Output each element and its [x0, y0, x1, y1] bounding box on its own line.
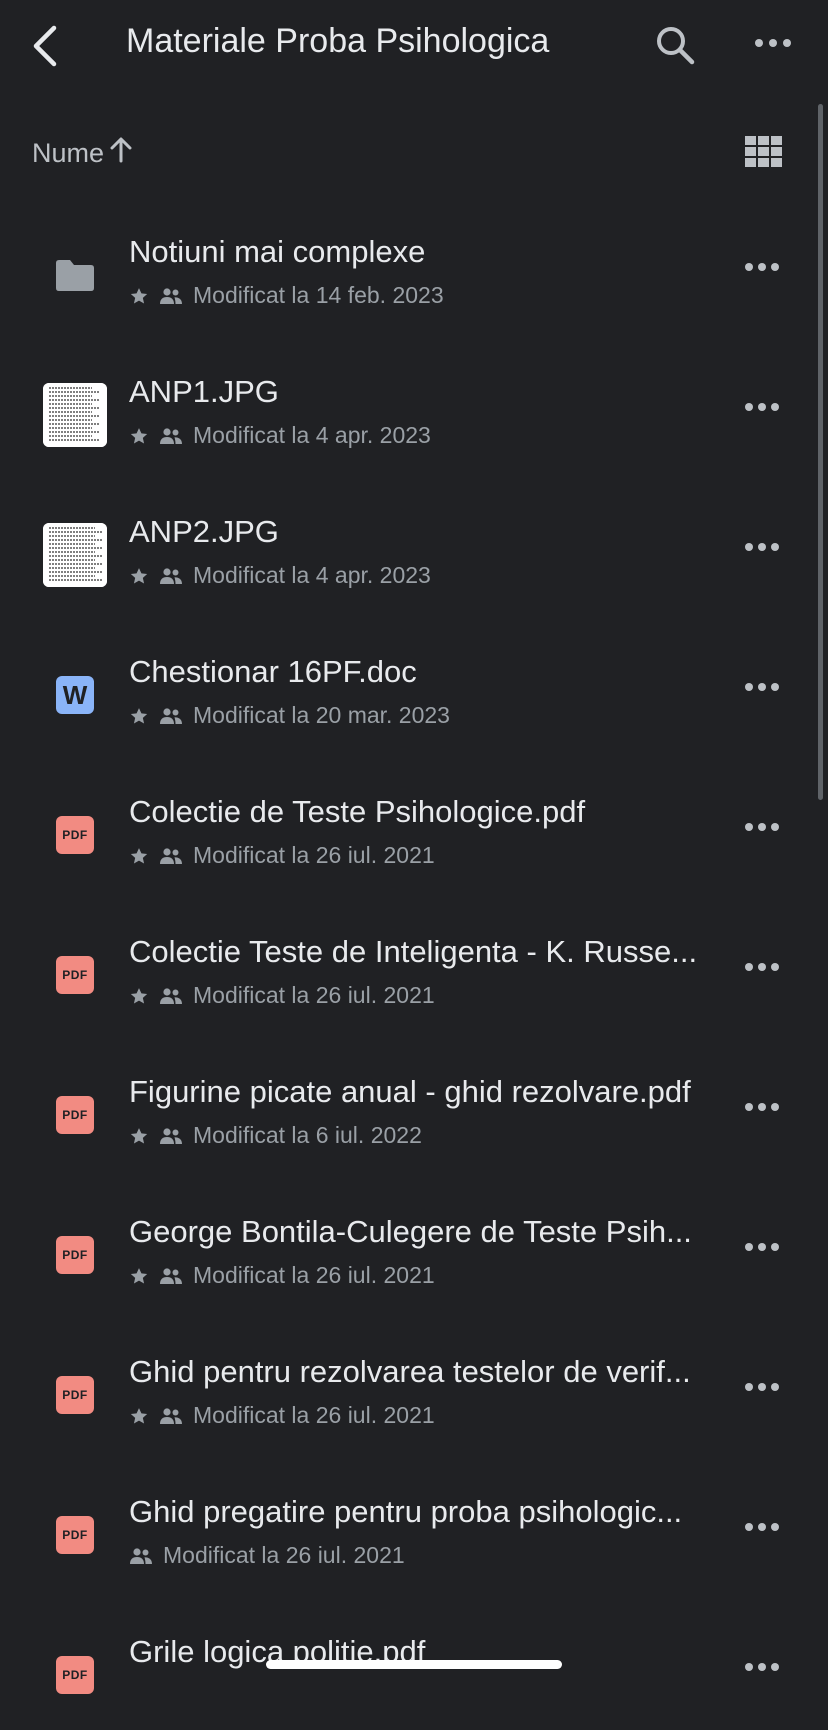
file-row[interactable]: PDF George Bontila-Culegere de Teste Psih… [0, 1170, 828, 1310]
modified-date: Modificat la 4 apr. 2023 [193, 562, 431, 588]
modified-date: Modificat la 26 iul. 2021 [193, 1402, 435, 1428]
file-meta: Modificat la 4 apr. 2023 [129, 562, 431, 589]
file-list: Notiuni mai complexe Modificat la 14 feb.… [0, 190, 828, 1730]
star-icon [129, 286, 149, 306]
more-options-icon[interactable] [740, 1372, 784, 1402]
file-row[interactable]: PDF Ghid pentru rezolvarea testelor de ve… [0, 1310, 828, 1450]
more-options-icon[interactable] [740, 1652, 784, 1682]
modified-date: Modificat la 26 iul. 2021 [193, 842, 435, 868]
modified-date: Modificat la 20 mar. 2023 [193, 702, 450, 728]
page-title: Materiale Proba Psihologica [126, 22, 550, 60]
star-icon [129, 986, 149, 1006]
star-icon [129, 1266, 149, 1286]
more-options-icon[interactable] [740, 812, 784, 842]
file-row[interactable]: PDF Ghid pregatire pentru proba psihologi… [0, 1450, 828, 1590]
shared-icon [129, 1547, 153, 1565]
file-meta: Modificat la 14 feb. 2023 [129, 282, 444, 309]
modified-date: Modificat la 14 feb. 2023 [193, 282, 444, 308]
file-meta: Modificat la 26 iul. 2021 [129, 982, 435, 1009]
modified-date: Modificat la 26 iul. 2021 [193, 982, 435, 1008]
pdf-icon: PDF [42, 1642, 108, 1708]
file-meta: Modificat la 20 mar. 2023 [129, 702, 450, 729]
modified-date: Modificat la 26 iul. 2021 [163, 1542, 405, 1568]
file-name: Ghid pregatire pentru proba psihologic..… [129, 1494, 683, 1529]
file-meta: Modificat la 26 iul. 2021 [129, 1262, 435, 1289]
file-row[interactable]: ANP2.JPG Modificat la 4 apr. 2023 [0, 470, 828, 610]
file-meta: Modificat la 26 iul. 2021 [129, 1402, 435, 1429]
pdf-icon: PDF [42, 1502, 108, 1568]
modified-date: Modificat la 6 iul. 2022 [193, 1122, 422, 1148]
shared-icon [159, 987, 183, 1005]
star-icon [129, 1126, 149, 1146]
file-row[interactable]: PDF Colectie Teste de Inteligenta - K. Ru… [0, 890, 828, 1030]
sort-by-name-button[interactable]: Nume [32, 136, 134, 171]
scrollbar[interactable] [818, 104, 823, 800]
file-name: Colectie de Teste Psihologice.pdf [129, 794, 586, 829]
file-row[interactable]: ANP1.JPG Modificat la 4 apr. 2023 [0, 330, 828, 470]
file-name: Notiuni mai complexe [129, 234, 426, 269]
file-name: Ghid pentru rezolvarea testelor de verif… [129, 1354, 691, 1389]
more-options-icon[interactable] [740, 532, 784, 562]
pdf-icon: PDF [42, 1082, 108, 1148]
star-icon [129, 1406, 149, 1426]
shared-icon [159, 1267, 183, 1285]
file-name: ANP1.JPG [129, 374, 279, 409]
file-meta: Modificat la 26 iul. 2021 [129, 842, 435, 869]
sort-bar: Nume [0, 120, 828, 184]
pdf-icon: PDF [42, 802, 108, 868]
file-name: Figurine picate anual - ghid rezolvare.p… [129, 1074, 691, 1109]
file-name: Chestionar 16PF.doc [129, 654, 417, 689]
top-app-bar: Materiale Proba Psihologica [0, 0, 828, 90]
shared-icon [159, 427, 183, 445]
modified-date: Modificat la 26 iul. 2021 [193, 1262, 435, 1288]
shared-icon [159, 1407, 183, 1425]
sort-label: Nume [32, 138, 105, 168]
home-indicator [266, 1660, 562, 1669]
search-icon[interactable] [652, 22, 698, 68]
shared-icon [159, 287, 183, 305]
star-icon [129, 566, 149, 586]
file-name: ANP2.JPG [129, 514, 279, 549]
file-row[interactable]: PDF Figurine picate anual - ghid rezolvar… [0, 1030, 828, 1170]
file-row[interactable]: Notiuni mai complexe Modificat la 14 feb.… [0, 190, 828, 330]
more-options-icon[interactable] [740, 1232, 784, 1262]
folder-icon [42, 242, 108, 308]
more-options-icon[interactable] [740, 1512, 784, 1542]
file-row[interactable]: PDF Colectie de Teste Psihologice.pdf Modi… [0, 750, 828, 890]
pdf-icon: PDF [42, 1362, 108, 1428]
back-arrow-icon[interactable] [26, 22, 66, 70]
file-meta: Modificat la 6 iul. 2022 [129, 1122, 422, 1149]
more-options-icon[interactable] [740, 952, 784, 982]
modified-date: Modificat la 4 apr. 2023 [193, 422, 431, 448]
word-doc-icon: W [42, 662, 108, 728]
file-meta: Modificat la 26 iul. 2021 [129, 1542, 405, 1569]
more-options-icon[interactable] [740, 252, 784, 282]
arrow-up-icon [108, 136, 134, 171]
more-horizontal-icon[interactable] [750, 22, 796, 68]
image-thumbnail [42, 382, 108, 448]
file-row[interactable]: W Chestionar 16PF.doc Modificat la 20 mar.… [0, 610, 828, 750]
star-icon [129, 706, 149, 726]
more-options-icon[interactable] [740, 392, 784, 422]
star-icon [129, 846, 149, 866]
more-options-icon[interactable] [740, 672, 784, 702]
file-name: George Bontila-Culegere de Teste Psih... [129, 1214, 692, 1249]
image-thumbnail [42, 522, 108, 588]
shared-icon [159, 707, 183, 725]
grid-view-icon[interactable] [744, 134, 784, 170]
star-icon [129, 426, 149, 446]
pdf-icon: PDF [42, 1222, 108, 1288]
shared-icon [159, 1127, 183, 1145]
more-options-icon[interactable] [740, 1092, 784, 1122]
pdf-icon: PDF [42, 942, 108, 1008]
shared-icon [159, 567, 183, 585]
shared-icon [159, 847, 183, 865]
file-name: Colectie Teste de Inteligenta - K. Russe… [129, 934, 698, 969]
file-meta: Modificat la 4 apr. 2023 [129, 422, 431, 449]
